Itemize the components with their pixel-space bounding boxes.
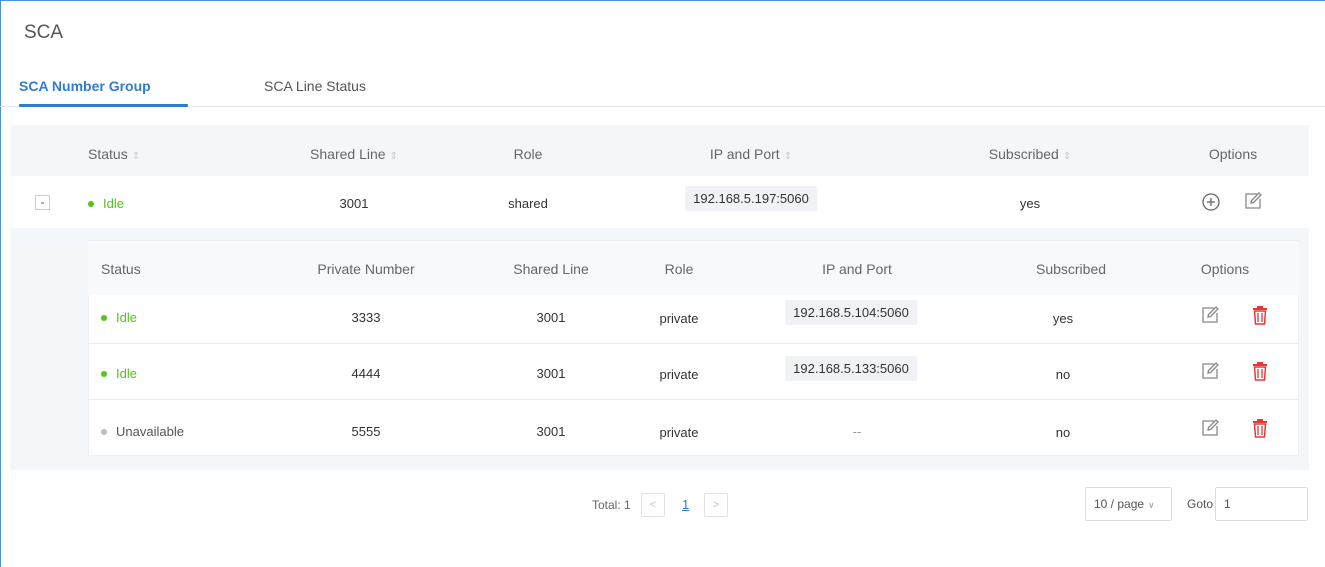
edit-icon[interactable]: [1200, 418, 1220, 438]
subscribed-cell: yes: [1019, 196, 1041, 211]
role-cell: private: [659, 367, 699, 382]
private-number-cell: 5555: [351, 424, 381, 439]
sub-header-shared-line: Shared Line: [513, 261, 589, 277]
sub-header-options: Options: [1200, 261, 1250, 277]
header-role: Role: [513, 146, 543, 162]
sub-header-ip-port: IP and Port: [822, 261, 892, 277]
header-ip-port[interactable]: IP and Port ⇕: [710, 146, 792, 162]
edit-icon[interactable]: [1200, 305, 1220, 325]
status-cell: Idle: [88, 196, 124, 211]
sub-header-private-number: Private Number: [317, 261, 415, 277]
page-1-link[interactable]: 1: [682, 497, 689, 512]
prev-page-button[interactable]: <: [641, 493, 665, 517]
shared-line-cell: 3001: [536, 424, 566, 439]
subscribed-cell: yes: [1052, 311, 1074, 326]
edit-icon[interactable]: [1200, 361, 1220, 381]
row-divider: [88, 343, 1299, 344]
status-dot-icon: [101, 428, 107, 435]
ip-port-cell: --: [852, 424, 862, 439]
shared-line-cell: 3001: [536, 366, 566, 381]
goto-page-input[interactable]: [1215, 487, 1308, 521]
subscribed-cell: no: [1055, 425, 1071, 440]
collapse-row-button[interactable]: -: [35, 195, 50, 210]
sub-header-subscribed: Subscribed: [1035, 261, 1107, 277]
sort-icon[interactable]: ⇕: [1063, 151, 1071, 162]
status-dot-icon: [101, 314, 107, 321]
sort-icon[interactable]: ⇕: [132, 151, 140, 162]
active-tab-indicator: [19, 104, 188, 107]
ip-port-cell: 192.168.5.133:5060: [785, 356, 917, 381]
ip-port-cell: 192.168.5.104:5060: [785, 300, 917, 325]
tab-sca-number-group[interactable]: SCA Number Group: [19, 78, 151, 94]
sort-icon[interactable]: ⇕: [390, 151, 398, 162]
add-circle-icon[interactable]: [1201, 192, 1221, 212]
ip-port-cell: 192.168.5.197:5060: [685, 186, 817, 211]
private-number-cell: 4444: [351, 366, 381, 381]
header-status[interactable]: Status ⇕: [88, 146, 140, 162]
delete-icon[interactable]: [1252, 418, 1268, 438]
status-dot-icon: [88, 200, 94, 207]
tab-sca-line-status[interactable]: SCA Line Status: [264, 78, 366, 94]
next-page-button[interactable]: >: [704, 493, 728, 517]
row-divider: [88, 399, 1299, 400]
header-shared-line[interactable]: Shared Line ⇕: [310, 146, 398, 162]
delete-icon[interactable]: [1252, 361, 1268, 381]
role-cell: private: [659, 425, 699, 440]
sort-icon[interactable]: ⇕: [784, 151, 792, 162]
delete-icon[interactable]: [1252, 305, 1268, 325]
chevron-down-icon: ∨: [1148, 500, 1155, 510]
header-subscribed[interactable]: Subscribed ⇕: [989, 146, 1071, 162]
role-cell: private: [659, 311, 699, 326]
status-cell: Idle: [101, 366, 137, 381]
page-size-select[interactable]: 10 / page ∨: [1085, 487, 1172, 521]
page-title: SCA: [24, 22, 64, 43]
subscribed-cell: no: [1055, 367, 1071, 382]
shared-line-cell: 3001: [339, 196, 369, 211]
tab-bar: SCA Number Group SCA Line Status: [0, 66, 1325, 107]
shared-line-cell: 3001: [536, 310, 566, 325]
status-cell: Unavailable: [101, 424, 184, 439]
role-cell: shared: [508, 196, 548, 211]
private-number-cell: 3333: [351, 310, 381, 325]
edit-icon[interactable]: [1243, 191, 1263, 211]
group-row: [10, 176, 1309, 228]
status-cell: Idle: [101, 310, 137, 325]
status-dot-icon: [101, 370, 107, 377]
sub-header-role: Role: [664, 261, 694, 277]
sub-header-status: Status: [101, 261, 141, 277]
goto-label: Goto: [1187, 497, 1214, 511]
header-options: Options: [1208, 146, 1258, 162]
pagination-total: Total: 1: [592, 498, 631, 512]
